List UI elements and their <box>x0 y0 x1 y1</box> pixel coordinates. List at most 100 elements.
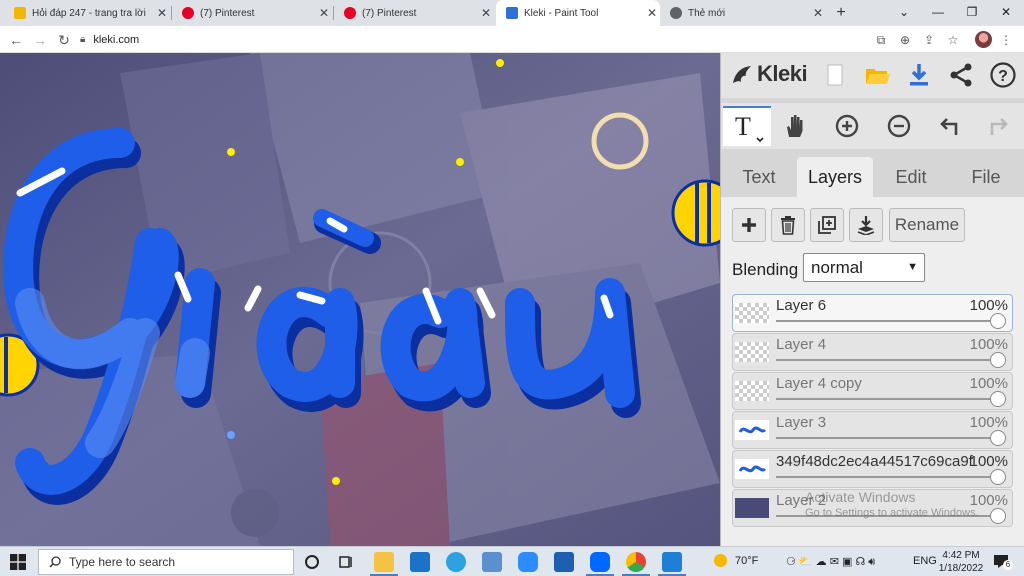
share-network-icon[interactable] <box>947 61 975 89</box>
layer-name: Layer 6 <box>776 297 827 314</box>
layer-row[interactable]: Layer 6 100% <box>732 294 1013 332</box>
photos-icon[interactable] <box>662 552 682 572</box>
windows-start-icon[interactable] <box>10 554 26 570</box>
canvas-artwork <box>0 53 720 546</box>
profile-avatar[interactable] <box>975 31 992 48</box>
layer-opacity-slider[interactable] <box>776 320 1000 322</box>
browser-tab-kleki[interactable]: Kleki - Paint Tool ✕ <box>496 0 660 26</box>
opacity-slider-handle[interactable] <box>990 313 1006 329</box>
file-explorer-icon[interactable] <box>374 552 394 572</box>
url-field[interactable]: 🔒︎ kleki.com <box>80 29 860 50</box>
opacity-slider-handle[interactable] <box>990 469 1006 485</box>
system-clock[interactable]: 4:42 PM 1/18/2022 <box>938 549 984 575</box>
text-tool-button[interactable]: T <box>723 106 771 146</box>
close-tab-icon[interactable]: ✕ <box>478 6 494 20</box>
chrome-icon[interactable] <box>626 552 646 572</box>
weather-temp[interactable]: 70°F <box>735 555 758 567</box>
undo-button[interactable] <box>929 106 969 146</box>
language-indicator[interactable]: ENG <box>913 555 937 567</box>
taskbar-search-box[interactable]: Type here to search <box>38 549 294 575</box>
help-icon[interactable]: ? <box>989 61 1017 89</box>
layer-name: 349f48dc2ec4a44517c69ca9f <box>776 453 973 470</box>
plus-icon <box>742 218 756 232</box>
kleki-logo[interactable]: Kleki <box>729 61 808 87</box>
tab-search-chevron-icon[interactable]: ⌄ <box>888 0 920 26</box>
layer-opacity: 100% <box>969 414 1008 431</box>
open-folder-icon[interactable] <box>863 61 891 89</box>
browser-tab-pinterest-1[interactable]: (7) Pinterest ✕ <box>172 0 332 26</box>
add-layer-button[interactable] <box>732 208 766 242</box>
layer-row[interactable]: Layer 4 100% <box>732 333 1013 371</box>
opacity-slider-handle[interactable] <box>990 391 1006 407</box>
close-tab-icon[interactable]: ✕ <box>810 6 826 20</box>
layer-thumbnail <box>735 381 769 401</box>
cortana-icon[interactable] <box>302 552 322 572</box>
mail-icon[interactable] <box>410 552 430 572</box>
layer-thumbnail <box>735 420 769 440</box>
tab-layers[interactable]: Layers <box>797 157 873 197</box>
bookmark-star-icon[interactable]: ☆ <box>943 30 963 50</box>
tab-text[interactable]: Text <box>727 157 791 197</box>
layer-thumbnail <box>735 459 769 479</box>
opacity-slider-handle[interactable] <box>990 430 1006 446</box>
zoom-icon[interactable]: ⊕ <box>895 30 915 50</box>
store-icon[interactable] <box>554 552 574 572</box>
forward-arrow-icon[interactable]: → <box>30 30 50 50</box>
edge-browser-icon[interactable] <box>446 552 466 572</box>
tab-edit[interactable]: Edit <box>877 157 945 197</box>
close-window-icon[interactable]: ✕ <box>990 0 1022 26</box>
opacity-slider-handle[interactable] <box>990 352 1006 368</box>
menu-dots-icon[interactable]: ⋮ <box>996 30 1016 50</box>
svg-text:T: T <box>735 112 751 141</box>
drawing-canvas[interactable] <box>0 53 720 546</box>
weather-sun-icon[interactable] <box>714 554 727 567</box>
close-tab-icon[interactable]: ✕ <box>644 6 660 20</box>
layer-opacity-slider[interactable] <box>776 359 1000 361</box>
kleki-logo-icon <box>733 66 751 83</box>
blending-select[interactable]: normal ▼ <box>803 253 925 282</box>
back-arrow-icon[interactable]: ← <box>6 30 26 50</box>
minimize-icon[interactable]: — <box>922 0 954 26</box>
zoom-out-button[interactable] <box>879 106 919 146</box>
trash-icon <box>781 216 795 235</box>
zoom-in-button[interactable] <box>827 106 867 146</box>
layer-opacity-slider[interactable] <box>776 437 1000 439</box>
redo-button[interactable] <box>979 106 1019 146</box>
zalo-icon[interactable] <box>590 552 610 572</box>
merge-layer-button[interactable] <box>849 208 883 242</box>
opacity-slider-handle[interactable] <box>990 508 1006 524</box>
network-app-icon[interactable] <box>482 552 502 572</box>
tab-title: Kleki - Paint Tool <box>524 7 599 19</box>
close-tab-icon[interactable]: ✕ <box>316 6 332 20</box>
layer-opacity-slider[interactable] <box>776 476 1000 478</box>
text-tool-icon: T <box>735 112 764 143</box>
panel-tabs: Text Layers Edit File <box>721 157 1024 197</box>
task-view-icon[interactable] <box>336 552 356 572</box>
windows-taskbar: Type here to search 70°F ⚆ ⛅ ☁ ✉ ▣ ☊ 🔊︎ … <box>0 546 1024 576</box>
share-icon[interactable]: ⇪ <box>919 30 939 50</box>
download-icon[interactable] <box>905 61 933 89</box>
translate-icon[interactable]: ⧉ <box>871 30 891 50</box>
pinterest-favicon-icon <box>182 7 194 19</box>
browser-tab-pinterest-2[interactable]: (7) Pinterest ✕ <box>334 0 494 26</box>
duplicate-layer-button[interactable] <box>810 208 844 242</box>
reload-icon[interactable]: ↻ <box>54 30 74 50</box>
layer-row[interactable]: Layer 3 100% <box>732 411 1013 449</box>
layer-row[interactable]: Layer 4 copy 100% <box>732 372 1013 410</box>
rename-layer-button[interactable]: Rename <box>889 208 965 242</box>
new-image-icon[interactable] <box>821 61 849 89</box>
close-tab-icon[interactable]: ✕ <box>154 6 170 20</box>
new-tab-button[interactable]: + <box>830 2 852 24</box>
layer-row[interactable]: 349f48dc2ec4a44517c69ca9f 100% <box>732 450 1013 488</box>
tab-title: Thẻ mới <box>688 7 726 19</box>
delete-layer-button[interactable] <box>771 208 805 242</box>
zoom-in-icon <box>835 114 859 138</box>
restore-icon[interactable]: ❐ <box>956 0 988 26</box>
zoom-meetings-icon[interactable] <box>518 552 538 572</box>
tab-file[interactable]: File <box>953 157 1019 197</box>
browser-tab-new[interactable]: Thẻ mới ✕ <box>660 0 826 26</box>
browser-tab-hoidap[interactable]: Hỏi đáp 247 - trang tra lời ✕ <box>4 0 170 26</box>
layer-opacity-slider[interactable] <box>776 398 1000 400</box>
tray-icons[interactable]: ⚆ ⛅ ☁ ✉ ▣ ☊ 🔊︎ <box>786 555 875 569</box>
hand-tool-button[interactable] <box>775 106 815 146</box>
